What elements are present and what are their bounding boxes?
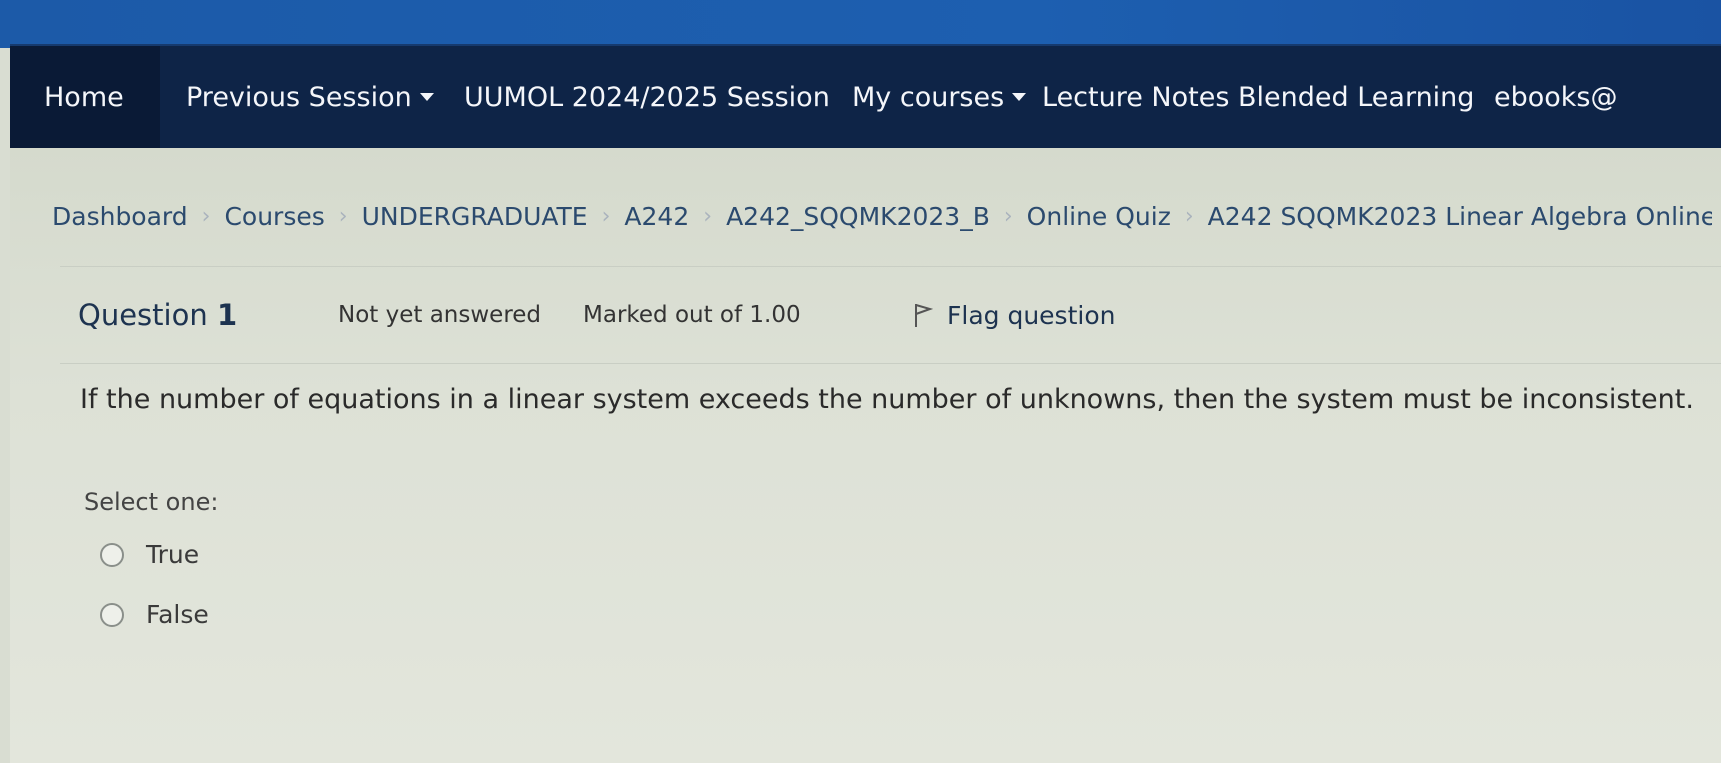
flag-question-label: Flag question — [947, 300, 1116, 330]
breadcrumb-dashboard[interactable]: Dashboard — [52, 202, 188, 231]
nav-my-courses[interactable]: My courses — [834, 46, 1027, 148]
page: Home Previous Session UUMOL 2024/2025 Se… — [0, 0, 1721, 763]
answer-option-false[interactable]: False — [100, 600, 209, 629]
nav-my-courses-label: My courses — [852, 81, 1005, 113]
chevron-right-icon: › — [201, 204, 211, 229]
main-navbar: Home Previous Session UUMOL 2024/2025 Se… — [10, 44, 1721, 148]
breadcrumb-undergraduate[interactable]: UNDERGRADUATE — [362, 202, 588, 231]
breadcrumb-course[interactable]: A242_SQQMK2023_B — [726, 202, 990, 231]
question-text: If the number of equations in a linear s… — [80, 384, 1694, 415]
question-label: Question — [78, 298, 208, 332]
answer-prompt: Select one: — [84, 488, 219, 516]
question-number: Question 1 — [78, 298, 338, 332]
chevron-right-icon: › — [1003, 204, 1013, 229]
nav-uumol-session[interactable]: UUMOL 2024/2025 Session — [438, 46, 834, 148]
breadcrumb-quiz-title[interactable]: A242 SQQMK2023 Linear Algebra Online Qu — [1208, 202, 1712, 231]
breadcrumb-courses[interactable]: Courses — [224, 202, 324, 231]
nav-blended-learning-label: Blended Learning — [1238, 81, 1475, 113]
nav-previous-session[interactable]: Previous Session — [160, 46, 438, 148]
nav-lecture-notes[interactable]: Lecture Notes — [1024, 46, 1229, 148]
nav-home-label: Home — [44, 81, 124, 113]
breadcrumb-online-quiz[interactable]: Online Quiz — [1027, 202, 1171, 231]
question-info: Question 1 Not yet answered Marked out o… — [60, 266, 1721, 364]
flag-question-button[interactable]: Flag question — [913, 301, 1115, 330]
nav-ebooks-label: ebooks@PS — [1494, 81, 1616, 113]
question-grade: Marked out of 1.00 — [583, 302, 801, 328]
question-number-value: 1 — [216, 298, 238, 332]
breadcrumb: Dashboard › Courses › UNDERGRADUATE › A2… — [52, 202, 1712, 231]
flag-outline-icon — [915, 304, 933, 327]
answer-option-false-label: False — [146, 600, 209, 629]
nav-uumol-session-label: UUMOL 2024/2025 Session — [464, 81, 830, 113]
answer-option-true[interactable]: True — [100, 540, 199, 569]
nav-previous-session-label: Previous Session — [186, 81, 412, 113]
chevron-right-icon: › — [601, 204, 611, 229]
nav-home[interactable]: Home — [10, 46, 160, 148]
nav-ebooks[interactable]: ebooks@PS — [1476, 46, 1616, 148]
main-content: Dashboard › Courses › UNDERGRADUATE › A2… — [10, 148, 1721, 763]
chevron-right-icon: › — [703, 204, 713, 229]
radio-false[interactable] — [100, 602, 124, 627]
question-state: Not yet answered — [338, 302, 542, 328]
top-banner — [0, 0, 1721, 48]
breadcrumb-a242[interactable]: A242 — [624, 202, 689, 231]
chevron-right-icon: › — [1184, 204, 1194, 229]
answer-option-true-label: True — [146, 540, 200, 569]
nav-blended-learning[interactable]: Blended Learning — [1220, 46, 1476, 148]
chevron-right-icon: › — [338, 204, 348, 229]
nav-lecture-notes-label: Lecture Notes — [1042, 81, 1230, 113]
radio-true[interactable] — [100, 542, 124, 567]
caret-down-icon — [419, 93, 434, 101]
